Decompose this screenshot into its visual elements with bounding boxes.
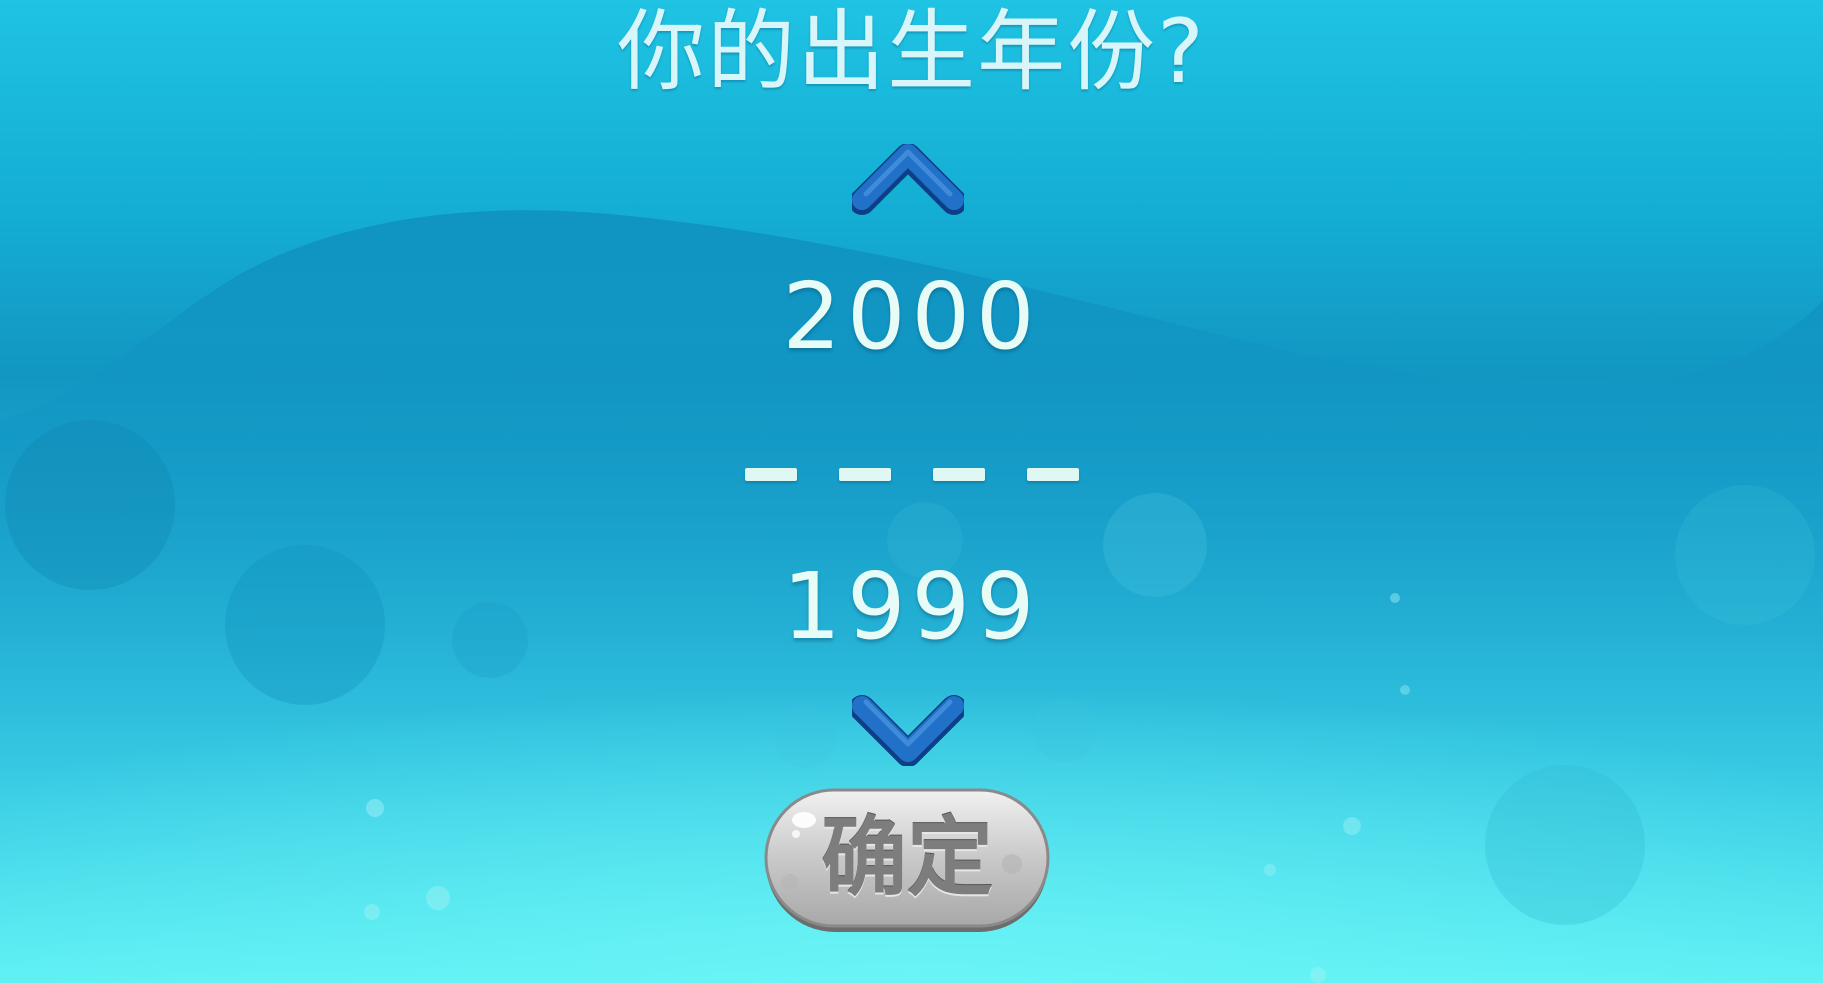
placeholder-dash: [744, 468, 797, 481]
previous-year-option[interactable]: 2000: [0, 262, 1823, 372]
chevron-down-icon[interactable]: [849, 688, 967, 767]
selected-year-placeholder: [0, 468, 1823, 481]
next-year-option[interactable]: 1999: [0, 552, 1823, 662]
confirm-button-label: 确定: [821, 808, 993, 908]
confirm-button[interactable]: 确定: [760, 786, 1054, 936]
placeholder-dash: [932, 468, 985, 481]
chevron-up-icon[interactable]: [849, 143, 967, 222]
birth-year-question: 你的出生年份?: [617, 0, 1206, 103]
placeholder-dash: [838, 468, 891, 481]
placeholder-dash: [1026, 468, 1079, 481]
